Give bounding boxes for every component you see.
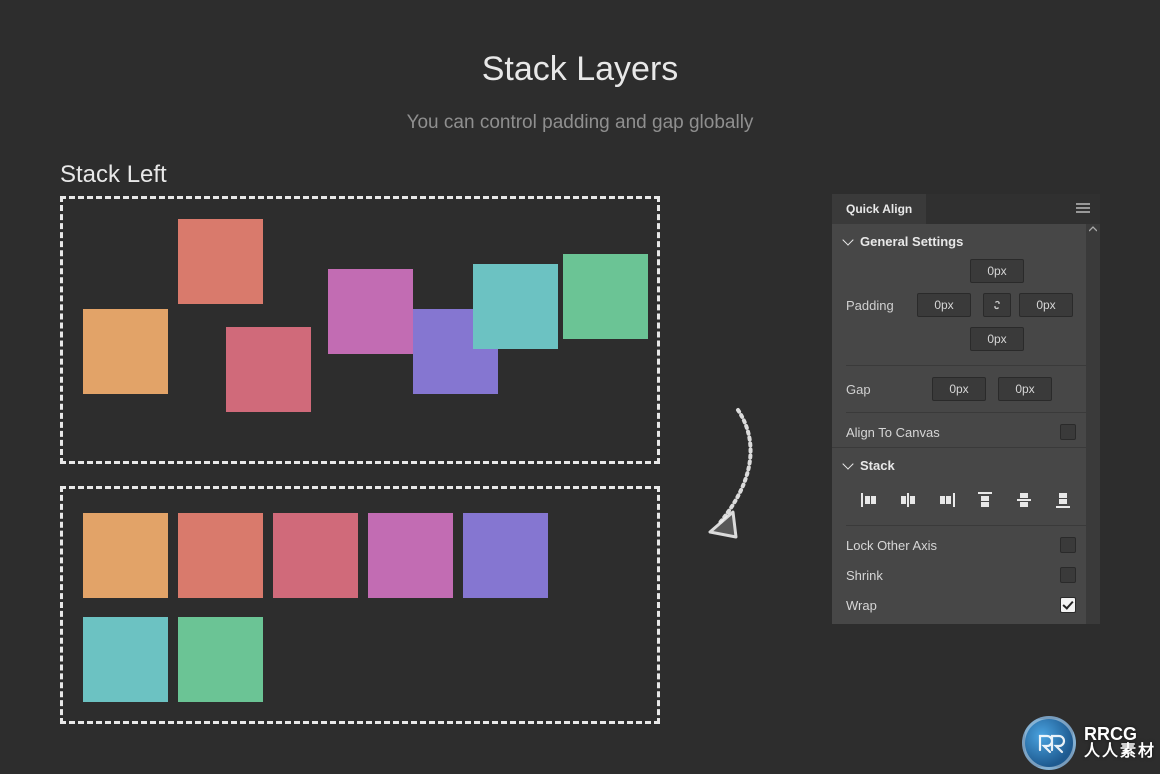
section-title-general: General Settings: [860, 234, 963, 249]
watermark-line1: RRCG: [1084, 725, 1156, 744]
layer-square: [83, 309, 168, 394]
padding-top-input[interactable]: [970, 259, 1024, 283]
wrap-checkbox[interactable]: [1060, 597, 1076, 613]
panel-menu-icon[interactable]: [1076, 194, 1100, 224]
lock-other-axis-checkbox[interactable]: [1060, 537, 1076, 553]
layer-square: [463, 513, 548, 598]
panel-header: Quick Align: [832, 194, 1100, 224]
lock-other-axis-row: Lock Other Axis: [832, 530, 1100, 560]
quick-align-panel: Quick Align General Settings Padding: [832, 194, 1100, 624]
layer-square: [473, 264, 558, 349]
section-general-settings: General Settings Padding Gap: [832, 224, 1100, 448]
layer-square: [178, 219, 263, 304]
divider: [846, 365, 1086, 366]
stack-right-button[interactable]: [936, 489, 958, 511]
padding-right-input[interactable]: [1019, 293, 1073, 317]
watermark: RRCG 人人素材: [1022, 716, 1156, 770]
layer-square: [83, 513, 168, 598]
gap-y-input[interactable]: [998, 377, 1052, 401]
gap-row: Gap: [832, 370, 1100, 408]
divider: [846, 525, 1086, 526]
arrow-icon: [688, 400, 768, 550]
section-header-general[interactable]: General Settings: [832, 224, 1100, 257]
demo-canvas-after: [60, 486, 660, 724]
chevron-down-icon: [842, 234, 853, 245]
panel-tab-quick-align[interactable]: Quick Align: [832, 194, 926, 224]
stack-hcenter-button[interactable]: [897, 489, 919, 511]
layer-square: [83, 617, 168, 702]
shrink-label: Shrink: [846, 568, 883, 583]
wrap-label: Wrap: [846, 598, 877, 613]
align-to-canvas-label: Align To Canvas: [846, 425, 940, 440]
lock-other-axis-label: Lock Other Axis: [846, 538, 937, 553]
stack-vcenter-button[interactable]: [1013, 489, 1035, 511]
stack-icons-row: [832, 481, 1100, 521]
scroll-up-icon[interactable]: [1086, 224, 1100, 238]
padding-bottom-input[interactable]: [970, 327, 1024, 351]
watermark-logo-icon: [1022, 716, 1076, 770]
stack-top-button[interactable]: [974, 489, 996, 511]
divider: [846, 412, 1086, 413]
padding-left-input[interactable]: [917, 293, 971, 317]
align-to-canvas-row: Align To Canvas: [832, 417, 1100, 447]
gap-x-input[interactable]: [932, 377, 986, 401]
chevron-down-icon: [842, 458, 853, 469]
watermark-text: RRCG 人人素材: [1084, 725, 1156, 761]
demo-canvas-before: [60, 196, 660, 464]
padding-label: Padding: [846, 298, 911, 313]
layer-square: [328, 269, 413, 354]
layer-square: [178, 617, 263, 702]
demo-label: Stack Left: [60, 161, 167, 189]
shrink-row: Shrink: [832, 560, 1100, 590]
panel-scrollbar[interactable]: [1086, 224, 1100, 624]
layer-square: [178, 513, 263, 598]
layer-square: [226, 327, 311, 412]
section-stack: Stack Lock Other Axis Shrink Wrap: [832, 448, 1100, 620]
page-subtitle: You can control padding and gap globally: [0, 112, 1160, 134]
layer-square: [368, 513, 453, 598]
wrap-row: Wrap: [832, 590, 1100, 620]
section-header-stack[interactable]: Stack: [832, 448, 1100, 481]
gap-label: Gap: [846, 382, 922, 397]
watermark-line2: 人人素材: [1084, 744, 1156, 761]
link-padding-button[interactable]: [983, 293, 1011, 317]
stack-left-button[interactable]: [858, 489, 880, 511]
section-title-stack: Stack: [860, 458, 895, 473]
layer-square: [563, 254, 648, 339]
stack-bottom-button[interactable]: [1052, 489, 1074, 511]
layer-square: [273, 513, 358, 598]
page-title: Stack Layers: [0, 50, 1160, 89]
shrink-checkbox[interactable]: [1060, 567, 1076, 583]
align-to-canvas-checkbox[interactable]: [1060, 424, 1076, 440]
